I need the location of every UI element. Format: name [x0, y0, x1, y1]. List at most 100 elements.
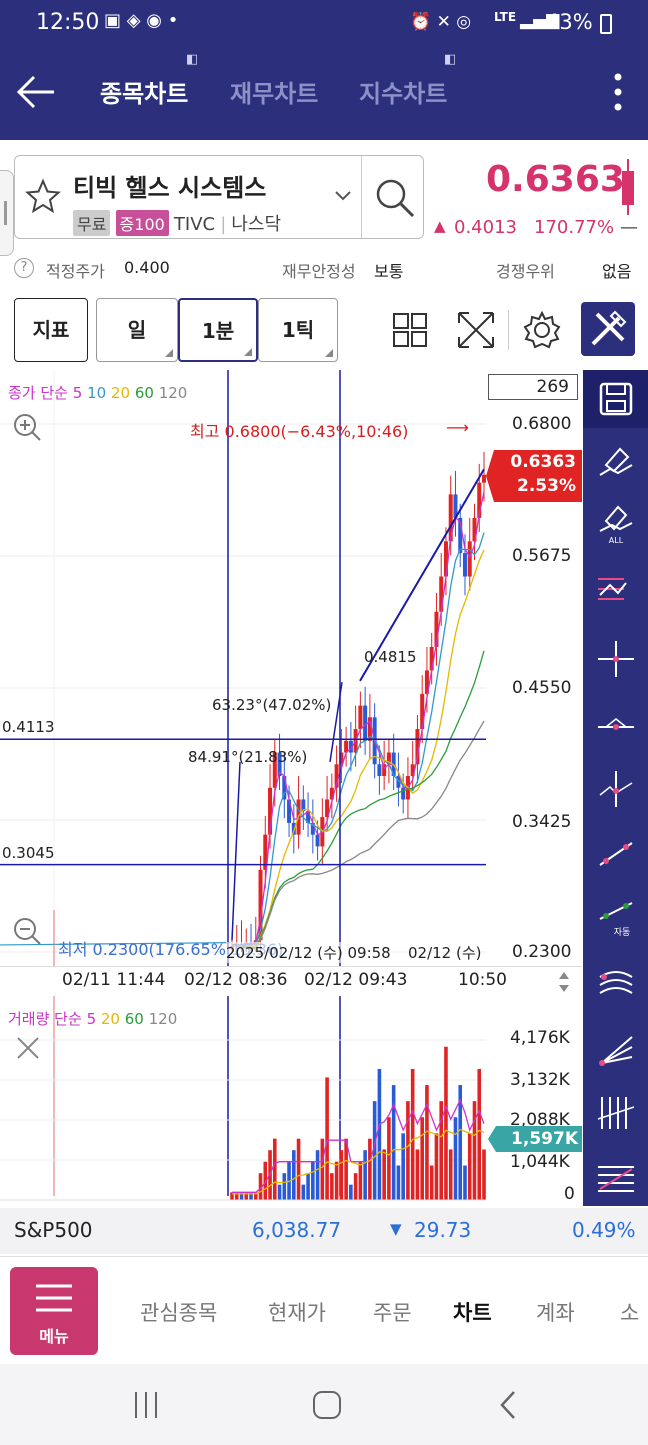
volume-bar — [472, 1101, 477, 1200]
volume-legend-prefix: 거래량 단순 — [8, 1010, 82, 1028]
fair-price-label: 적정주가 — [46, 262, 105, 281]
vma20-legend: 20 — [100, 1010, 120, 1028]
side-drawer-handle[interactable] — [0, 170, 14, 256]
volume-bar — [358, 1161, 363, 1200]
vertical-line-button[interactable] — [583, 760, 648, 818]
nav-current-price[interactable]: 현재가 — [268, 1297, 326, 1327]
volume-bar — [434, 1133, 439, 1200]
zoom-out-icon[interactable] — [12, 916, 42, 946]
candle-body — [377, 764, 382, 776]
volume-bar — [401, 1133, 405, 1200]
save-drawing-button[interactable] — [583, 370, 648, 428]
horizontal-line-button[interactable] — [583, 696, 648, 754]
back-icon[interactable] — [498, 1390, 518, 1420]
period-tick-button[interactable]: 1틱 — [258, 298, 338, 362]
horizontal-line-icon — [597, 718, 634, 730]
chevron-down-icon[interactable] — [335, 190, 351, 202]
erase-all-button[interactable]: ALL — [583, 494, 648, 552]
zoom-in-icon[interactable] — [12, 412, 42, 442]
volume-last-badge: 1,597K — [488, 1126, 582, 1152]
high-arrow-icon: ⟶ — [446, 418, 469, 437]
home-icon[interactable] — [312, 1390, 342, 1420]
help-icon[interactable]: ? — [14, 258, 34, 278]
arc-tool-button[interactable] — [583, 954, 648, 1012]
nav-more[interactable]: 소 — [620, 1297, 639, 1327]
candle-body — [482, 475, 486, 483]
chart-area[interactable]: 종가 단순 5 10 20 60 120 269 최고 0.6800(−6.43… — [0, 370, 648, 1208]
chart-toolbar: 지표 일 1분 1틱 — [0, 294, 648, 366]
tab-index-chart[interactable]: 지수차트 — [359, 74, 447, 109]
search-icon[interactable] — [373, 176, 417, 220]
auto-trend-button[interactable]: 자동 — [583, 888, 648, 946]
save-icon — [599, 382, 632, 416]
more-options-icon[interactable] — [612, 72, 624, 112]
vol-y-label-0: 4,176K — [510, 1028, 570, 1048]
top-app-bar: ◧ 종목차트 재무차트 ◧ 지수차트 — [0, 46, 648, 140]
trendline-value-label: 0.4815 — [364, 648, 417, 666]
status-bar: 12:50 ▣ ◈ ◉ • ⏰ ✕ ◎ LTE ▂▄▆ 43% — [0, 0, 648, 46]
favorite-star-icon[interactable] — [25, 178, 61, 214]
drawing-tools-button[interactable] — [581, 302, 635, 356]
free-tag: 무료 — [73, 210, 111, 236]
last-price-badge-pct: 2.53% — [517, 476, 576, 496]
close-volume-icon[interactable] — [14, 1034, 42, 1062]
ma5-legend: 5 — [72, 384, 83, 402]
period-line-button[interactable] — [583, 1084, 648, 1142]
candle-body — [439, 576, 444, 612]
nav-account[interactable]: 계좌 — [536, 1297, 575, 1327]
crosshair-icon — [597, 641, 634, 677]
index-ticker-bar[interactable]: S&P500 6,038.77 ▼ 29.73 0.49% — [0, 1208, 648, 1254]
nav-order[interactable]: 주문 — [373, 1297, 412, 1327]
nav-chart[interactable]: 차트 — [453, 1297, 492, 1327]
volume-bar — [315, 1150, 320, 1200]
eraser-button[interactable] — [583, 432, 648, 490]
cursor-date-label: 2025/02/12 (수) 09:58 — [226, 942, 391, 963]
volume-bar — [420, 1117, 424, 1200]
competitive-advantage-label: 경쟁우위 — [496, 262, 555, 281]
volume-bar — [368, 1138, 372, 1200]
candle-count-box[interactable]: 269 — [488, 374, 578, 400]
vol-y-label-3: 1,044K — [510, 1152, 570, 1172]
volume-ma-legend[interactable]: 거래량 단순 5 20 60 120 — [8, 1008, 177, 1029]
vma5-legend: 5 — [86, 1010, 97, 1028]
erase-all-icon: ALL — [599, 505, 632, 545]
hline-label-4113: 0.4113 — [2, 718, 55, 736]
fan-line-button[interactable] — [583, 1020, 648, 1078]
volume-bar — [477, 1068, 482, 1200]
svg-text:ALL: ALL — [608, 536, 623, 545]
nav-watchlist[interactable]: 관심종목 — [140, 1297, 217, 1327]
market-name: 나스닥 — [231, 214, 282, 235]
vertical-line-icon — [599, 771, 632, 807]
fullscreen-icon[interactable] — [456, 310, 496, 350]
tab-stock-chart[interactable]: 종목차트 — [100, 74, 188, 109]
recent-apps-icon[interactable] — [132, 1390, 160, 1420]
tab-index-badge-icon: ◧ — [444, 52, 457, 67]
volume-bar — [330, 1173, 334, 1200]
axis-scroll-icon[interactable] — [556, 969, 572, 995]
trend-line-button[interactable] — [583, 824, 648, 882]
angle-annotation-1: 63.23°(47.02%) — [212, 696, 332, 714]
y-label-2: 0.4550 — [512, 678, 572, 698]
menu-button[interactable]: 메뉴 — [10, 1267, 98, 1355]
price-ma-legend[interactable]: 종가 단순 5 10 20 60 120 — [8, 382, 187, 403]
volume-bar — [325, 1077, 329, 1200]
fibonacci-button[interactable] — [583, 1150, 648, 1208]
indicator-button[interactable]: 지표 — [14, 298, 88, 362]
volume-bar — [415, 1149, 420, 1200]
period-minute-button[interactable]: 1분 — [178, 298, 258, 362]
battery-icon — [600, 14, 612, 34]
index-value: 6,038.77 — [252, 1218, 342, 1242]
ma10-legend: 10 — [87, 384, 107, 402]
financial-stability-value: 보통 — [374, 262, 404, 281]
cross-line-button[interactable] — [583, 630, 648, 688]
back-arrow-icon[interactable] — [16, 74, 56, 110]
stock-selector[interactable]: 티빅 헬스 시스템스 무료 증100 TIVC | 나스닥 — [14, 155, 424, 239]
ma20-legend: 20 — [110, 384, 131, 402]
tab-financial-chart[interactable]: 재무차트 — [230, 74, 318, 109]
hcl-line-button[interactable] — [583, 560, 648, 618]
layout-grid-icon[interactable] — [392, 312, 428, 348]
period-day-button[interactable]: 일 — [96, 298, 178, 362]
settings-gear-icon[interactable] — [522, 310, 562, 350]
status-alarm-icon: ⏰ ✕ ◎ — [410, 12, 472, 32]
x-axis: 02/11 11:44 02/12 08:36 02/12 09:43 10:5… — [0, 966, 582, 996]
